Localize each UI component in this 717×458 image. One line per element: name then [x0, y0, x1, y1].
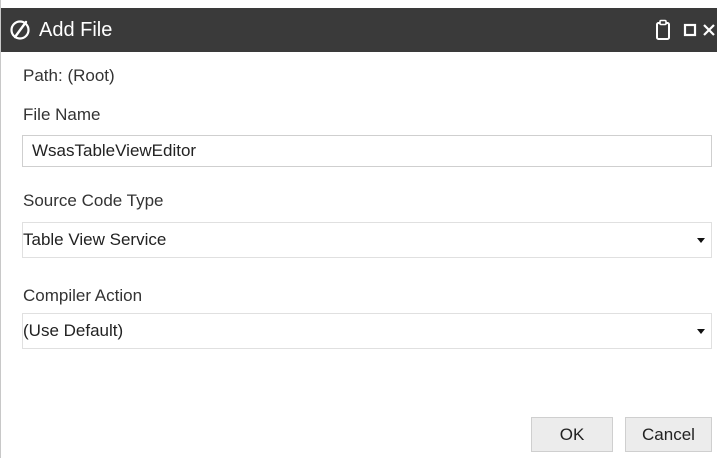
path-row: Path: (Root): [23, 66, 115, 86]
source-code-type-select[interactable]: Table View Service: [22, 222, 712, 258]
file-name-label: File Name: [23, 105, 101, 124]
close-icon[interactable]: [700, 18, 717, 42]
clipboard-icon[interactable]: [651, 18, 675, 42]
dropdown-arrow-icon: [697, 329, 705, 334]
ok-button[interactable]: OK: [531, 417, 613, 452]
path-label: Path:: [23, 66, 63, 85]
compiler-action-value: (Use Default): [23, 321, 124, 340]
add-file-dialog: Add File Path: (Root) File Name Source C…: [0, 0, 717, 458]
cancel-button[interactable]: Cancel: [625, 417, 712, 452]
dialog-title: Add File: [39, 19, 113, 41]
source-code-type-label: Source Code Type: [23, 191, 164, 210]
path-value: (Root): [67, 66, 115, 85]
no-symbol-icon: [10, 20, 30, 40]
dropdown-arrow-icon: [697, 238, 705, 243]
title-bar[interactable]: Add File: [1, 8, 717, 52]
maximize-icon[interactable]: [678, 18, 702, 42]
source-code-type-value: Table View Service: [23, 230, 167, 249]
file-name-input[interactable]: [22, 135, 712, 167]
compiler-action-select[interactable]: (Use Default): [22, 313, 712, 349]
compiler-action-label: Compiler Action: [23, 286, 143, 305]
